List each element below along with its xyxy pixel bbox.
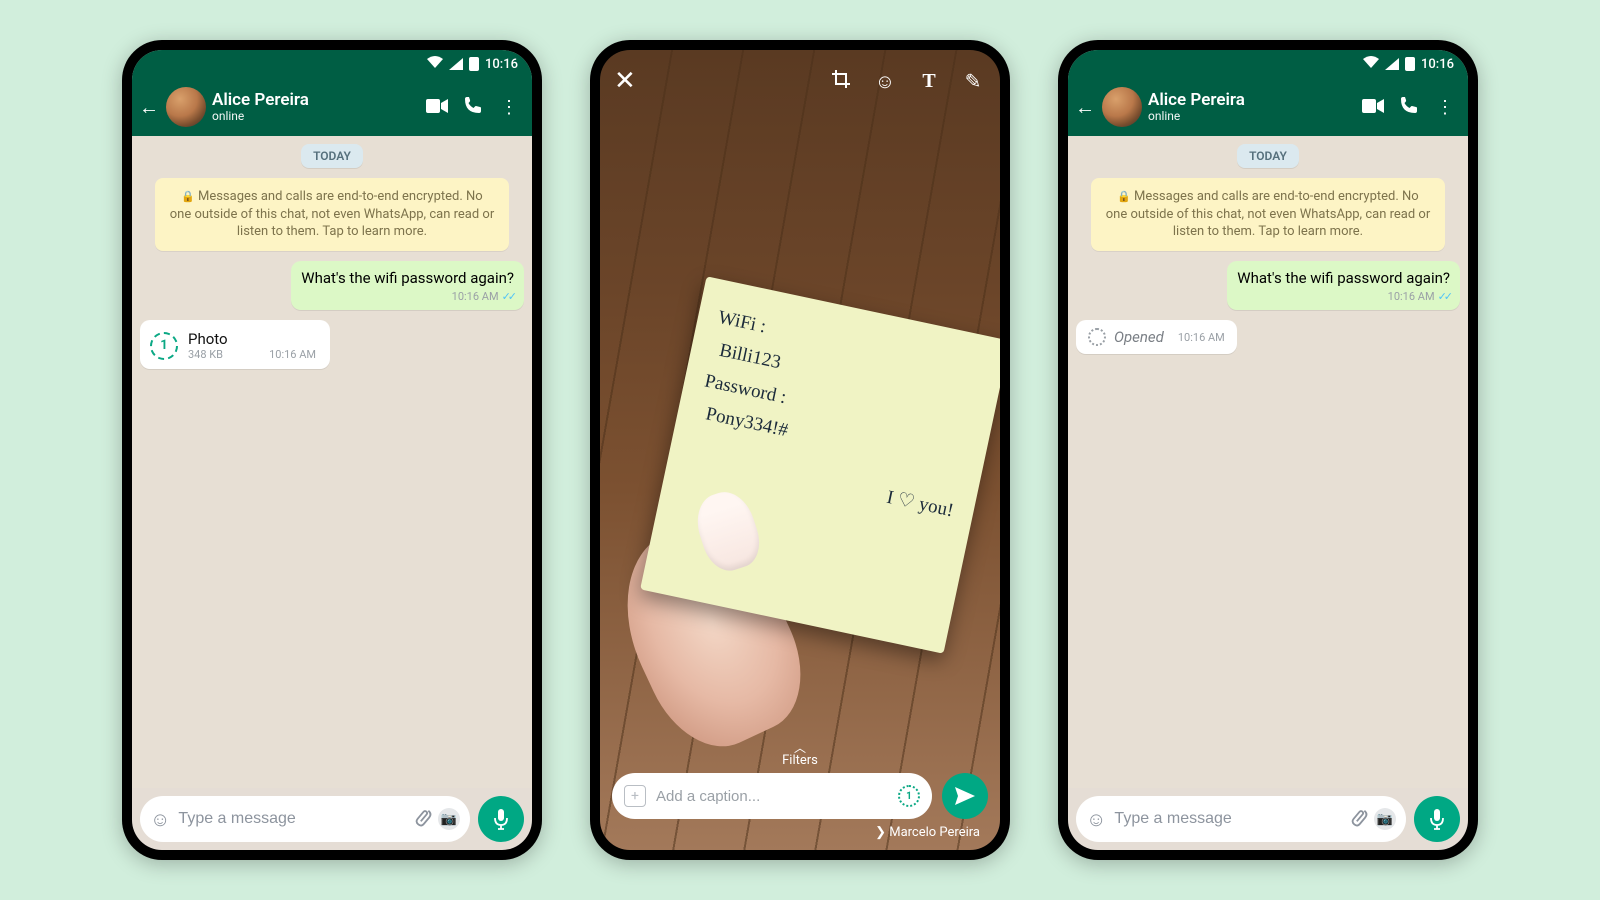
camera-icon[interactable]: 📷 [438,808,460,830]
video-call-icon[interactable] [422,97,452,118]
emoji-icon[interactable]: ☺ [150,807,170,832]
add-photo-icon[interactable]: + [624,785,646,807]
read-ticks-icon: ✓✓ [502,290,514,303]
attach-icon[interactable] [1342,804,1372,835]
back-icon[interactable]: ← [138,95,160,120]
phone-frame-left: 10:16 ← Alice Pereira online ⋮ TODAY Mes… [122,40,542,860]
chat-screen-after: 10:16 ← Alice Pereira online ⋮ TODAY Mes… [1068,50,1468,850]
caption-input-container[interactable]: + 1 [612,773,932,819]
phone-frame-right: 10:16 ← Alice Pereira online ⋮ TODAY Mes… [1058,40,1478,860]
lock-icon [1117,189,1134,204]
view-once-size: 348 KB [188,348,228,361]
mic-button[interactable] [1414,796,1460,842]
contact-info[interactable]: Alice Pereira online [1148,91,1245,124]
chat-header: ← Alice Pereira online ⋮ [1068,78,1468,136]
signal-icon [449,58,463,70]
opened-label: Opened [1114,328,1164,346]
composer: ☺ 📷 [132,788,532,850]
lock-icon [181,189,198,204]
sticky-note: WiFi : Billi123 Password : Pony334!# I ♡… [640,276,1000,653]
attach-icon[interactable] [406,804,436,835]
phone-frame-center: WiFi : Billi123 Password : Pony334!# I ♡… [590,40,1010,860]
message-text: What's the wifi password again? [1237,269,1450,289]
sticker-icon[interactable]: ☺ [872,69,898,94]
more-icon[interactable]: ⋮ [1430,97,1460,118]
message-time: 10:16 AM [452,290,499,303]
crop-icon[interactable] [828,69,854,94]
contact-status: online [212,109,309,123]
battery-icon [469,57,479,71]
recipient-name: Marcelo Pereira [889,825,980,840]
chat-screen: 10:16 ← Alice Pereira online ⋮ TODAY Mes… [132,50,532,850]
mic-button[interactable] [478,796,524,842]
view-once-label: Photo [188,330,228,348]
day-stamp: TODAY [1237,144,1299,168]
encryption-notice[interactable]: Messages and calls are end-to-end encryp… [1091,178,1444,251]
image-editor-screen: WiFi : Billi123 Password : Pony334!# I ♡… [600,50,1000,850]
contact-name: Alice Pereira [212,91,309,110]
more-icon[interactable]: ⋮ [494,97,524,118]
filters-label: Filters [782,753,818,768]
voice-call-icon[interactable] [458,96,488,119]
signal-icon [1385,58,1399,70]
recipient-chip[interactable]: ❯ Marcelo Pereira [875,825,988,840]
opened-bubble[interactable]: Opened 10:16 AM [1076,320,1237,354]
caption-input[interactable] [656,788,888,805]
status-bar: 10:16 [132,50,532,78]
voice-call-icon[interactable] [1394,96,1424,119]
contact-name: Alice Pereira [1148,91,1245,110]
composer: ☺ 📷 [1068,788,1468,850]
encryption-notice[interactable]: Messages and calls are end-to-end encryp… [155,178,508,251]
message-input-container[interactable]: ☺ 📷 [1076,796,1406,842]
emoji-icon[interactable]: ☺ [1086,807,1106,832]
status-time: 10:16 [1421,57,1454,72]
editor-bottom: ︿ Filters + 1 ❯ Marcelo Pereira [600,742,1000,840]
sent-message[interactable]: What's the wifi password again? 10:16 AM… [291,261,524,311]
message-input[interactable] [1114,810,1340,828]
contact-status: online [1148,109,1245,123]
avatar[interactable] [166,87,206,127]
sent-message[interactable]: What's the wifi password again? 10:16 AM… [1227,261,1460,311]
video-call-icon[interactable] [1358,97,1388,118]
battery-icon [1405,57,1415,71]
filters-toggle[interactable]: ︿ Filters [782,742,818,767]
opened-time: 10:16 AM [1178,331,1225,344]
opened-icon [1088,328,1106,346]
send-button[interactable] [942,773,988,819]
chat-body: TODAY Messages and calls are end-to-end … [1068,136,1468,788]
view-once-toggle-icon[interactable]: 1 [898,785,920,807]
wifi-icon [427,56,443,72]
chat-header: ← Alice Pereira online ⋮ [132,78,532,136]
view-once-time: 10:16 AM [269,348,316,361]
view-once-photo-bubble[interactable]: 1 Photo 348 KB 10:16 AM [140,320,330,369]
editor-toolbar: ✕ ☺ T ✎ [600,50,1000,96]
draw-icon[interactable]: ✎ [960,69,986,93]
message-text: What's the wifi password again? [301,269,514,289]
read-ticks-icon: ✓✓ [1438,290,1450,303]
close-icon[interactable]: ✕ [614,66,636,96]
day-stamp: TODAY [301,144,363,168]
message-time: 10:16 AM [1388,290,1435,303]
text-tool-icon[interactable]: T [916,70,942,93]
avatar[interactable] [1102,87,1142,127]
back-icon[interactable]: ← [1074,95,1096,120]
wifi-icon [1363,56,1379,72]
chat-body: TODAY Messages and calls are end-to-end … [132,136,532,788]
contact-info[interactable]: Alice Pereira online [212,91,309,124]
camera-icon[interactable]: 📷 [1374,808,1396,830]
message-input[interactable] [178,810,404,828]
status-bar: 10:16 [1068,50,1468,78]
message-input-container[interactable]: ☺ 📷 [140,796,470,842]
chevron-right-icon: ❯ [875,825,889,840]
view-once-icon: 1 [150,332,178,360]
status-time: 10:16 [485,57,518,72]
